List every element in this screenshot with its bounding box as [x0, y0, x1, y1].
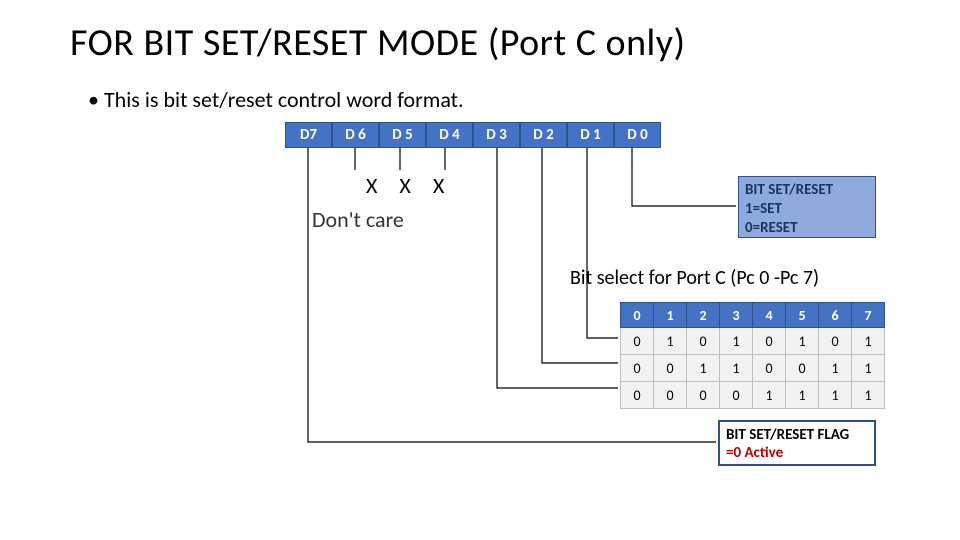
bit-d3: D 3 [473, 122, 520, 148]
table-row: 00001111 [621, 382, 885, 409]
bit-d1: D 1 [567, 122, 614, 148]
bsr-line2: 1=SET [745, 200, 869, 219]
hdr-0: 0 [621, 303, 654, 328]
page-title: FOR BIT SET/RESET MODE (Port C only) [70, 20, 686, 66]
bit-select-label: Bit select for Port C (Pc 0 -Pc 7) [570, 266, 819, 290]
bit-d2: D 2 [520, 122, 567, 148]
bit-d0: D 0 [614, 122, 661, 148]
table-header-row: 0 1 2 3 4 5 6 7 [621, 303, 885, 328]
hdr-2: 2 [687, 303, 720, 328]
bit-d7: D7 [285, 122, 332, 148]
bsr-line1: BIT SET/RESET [745, 181, 869, 200]
hdr-4: 4 [753, 303, 786, 328]
bit-d6: D 6 [332, 122, 379, 148]
dont-care-x-marks: XXX [366, 172, 466, 199]
bit-d4: D 4 [426, 122, 473, 148]
bit-set-reset-box: BIT SET/RESET 1=SET 0=RESET [738, 176, 876, 238]
hdr-6: 6 [819, 303, 852, 328]
bsr-line3: 0=RESET [745, 219, 869, 238]
table-row: 00110011 [621, 355, 885, 382]
hdr-1: 1 [654, 303, 687, 328]
bit-select-table: 0 1 2 3 4 5 6 7 01010101 00110011 000011… [620, 302, 885, 409]
dont-care-label: Don't care [312, 206, 404, 233]
flag-line2: =0 Active [726, 444, 868, 462]
hdr-7: 7 [852, 303, 885, 328]
flag-line1: BIT SET/RESET FLAG [726, 426, 868, 444]
table-row: 01010101 [621, 328, 885, 355]
bit-d5: D 5 [379, 122, 426, 148]
bullet-text: This is bit set/reset control word forma… [88, 86, 464, 113]
bit-header-row: D7 D 6 D 5 D 4 D 3 D 2 D 1 D 0 [285, 122, 661, 148]
hdr-3: 3 [720, 303, 753, 328]
bsr-flag-box: BIT SET/RESET FLAG =0 Active [718, 420, 876, 466]
hdr-5: 5 [786, 303, 819, 328]
